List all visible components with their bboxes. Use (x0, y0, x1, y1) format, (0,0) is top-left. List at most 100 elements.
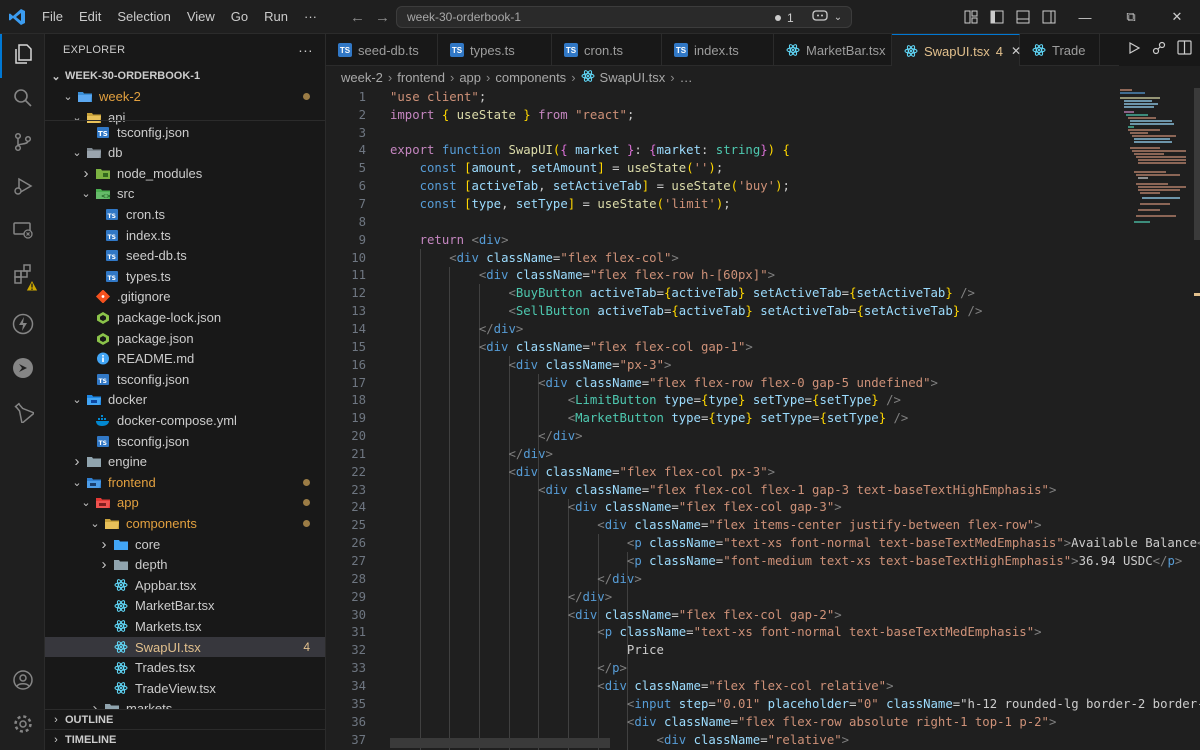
code-line[interactable]: 17 <div className="flex flex-row flex-0 … (326, 374, 1200, 392)
tree-file[interactable]: docker-compose.yml (45, 410, 325, 431)
forward-arrow-icon[interactable]: → (375, 9, 390, 26)
tree-folder[interactable]: ⌄ <> src (45, 184, 325, 205)
code-line[interactable]: 16 <div className="px-3"> (326, 356, 1200, 374)
minimap[interactable] (1120, 88, 1190, 750)
horizontal-scrollbar[interactable] (390, 738, 610, 748)
copilot-icon[interactable] (812, 9, 828, 26)
code-line[interactable]: 29 </div> (326, 588, 1200, 606)
tree-folder[interactable]: ⌄ week-2 (45, 87, 325, 108)
menu-more[interactable]: ··· (296, 0, 325, 34)
code-line[interactable]: 33 </p> (326, 659, 1200, 677)
code-line[interactable]: 22 <div className="flex flex-col px-3"> (326, 463, 1200, 481)
thunder-client-activity[interactable] (0, 348, 45, 392)
extensions-activity[interactable] (0, 254, 45, 298)
breadcrumb-item[interactable]: app (459, 70, 481, 85)
restore-button[interactable]: ⧉ (1108, 0, 1154, 34)
breadcrumb-item[interactable]: components (495, 70, 566, 85)
tree-file[interactable]: Markets.tsx (45, 616, 325, 637)
code-line[interactable]: 34 <div className="flex flex-col relativ… (326, 677, 1200, 695)
menu-run[interactable]: Run (256, 0, 296, 34)
tab-marketbar-tsx[interactable]: MarketBar.tsx (774, 34, 892, 66)
customize-layout-icon[interactable] (958, 0, 984, 34)
accounts-activity[interactable] (0, 660, 45, 704)
minimize-button[interactable]: — (1062, 0, 1108, 34)
tree-folder[interactable]: › depth (45, 554, 325, 575)
breadcrumb-item[interactable]: frontend (397, 70, 445, 85)
menu-selection[interactable]: Selection (109, 0, 178, 34)
tree-folder[interactable]: ⌄ db (45, 142, 325, 163)
run-file-icon[interactable] (1127, 41, 1141, 60)
code-line[interactable]: 2 import { useState } from "react"; (326, 106, 1200, 124)
tree-file[interactable]: README.md (45, 348, 325, 369)
code-line[interactable]: 11 <div className="flex flex-row h-[60px… (326, 267, 1200, 285)
tree-file[interactable]: TS cron.ts (45, 204, 325, 225)
tree-folder[interactable]: ⌄ docker (45, 390, 325, 411)
breadcrumb-item[interactable]: week-2 (341, 70, 383, 85)
tab-seed-db-ts[interactable]: TS seed-db.ts (326, 34, 438, 66)
breadcrumb-item[interactable]: SwapUI.tsx (600, 70, 666, 85)
search-activity[interactable] (0, 78, 45, 122)
toggle-sidebar-icon[interactable] (984, 0, 1010, 34)
code-line[interactable]: 28 </div> (326, 570, 1200, 588)
settings-sync-icon[interactable] (1151, 40, 1167, 61)
code-line[interactable]: 20 </div> (326, 427, 1200, 445)
tree-folder[interactable]: › core (45, 534, 325, 555)
tree-file[interactable]: Appbar.tsx (45, 575, 325, 596)
breadcrumb-item[interactable]: … (680, 70, 693, 85)
code-line[interactable]: 9 return <div> (326, 231, 1200, 249)
tree-file[interactable]: TS tsconfig.json (45, 431, 325, 452)
code-line[interactable]: 30 <div className="flex flex-col gap-2"> (326, 606, 1200, 624)
code-line[interactable]: 7 const [type, setType] = useState('limi… (326, 195, 1200, 213)
timeline-section[interactable]: › TIMELINE (45, 729, 325, 749)
tree-file[interactable]: Trades.tsx (45, 657, 325, 678)
split-editor-icon[interactable] (1177, 40, 1192, 60)
code-line[interactable]: 36 <div className="flex flex-row absolut… (326, 713, 1200, 731)
vertical-scrollbar[interactable] (1194, 88, 1200, 750)
tree-file[interactable]: TS seed-db.ts (45, 245, 325, 266)
code-line[interactable]: 24 <div className="flex flex-col gap-3"> (326, 499, 1200, 517)
code-line[interactable]: 15 <div className="flex flex-col gap-1"> (326, 338, 1200, 356)
tree-folder[interactable]: › engine (45, 451, 325, 472)
code-line[interactable]: 14 </div> (326, 320, 1200, 338)
tree-file[interactable]: package.json (45, 328, 325, 349)
tab-index-ts[interactable]: TS index.ts (662, 34, 774, 66)
code-line[interactable]: 35 <input step="0.01" placeholder="0" cl… (326, 695, 1200, 713)
tree-file[interactable]: TradeView.tsx (45, 678, 325, 699)
code-line[interactable]: 1 "use client"; (326, 88, 1200, 106)
tree-file[interactable]: TS types.ts (45, 266, 325, 287)
menu-view[interactable]: View (179, 0, 223, 34)
tab-types-ts[interactable]: TS types.ts (438, 34, 552, 66)
tree-file[interactable]: TS tsconfig.json (45, 369, 325, 390)
code-line[interactable]: 19 <MarketButton type={type} setType={se… (326, 409, 1200, 427)
code-line[interactable]: 13 <SellButton activeTab={activeTab} set… (326, 302, 1200, 320)
code-line[interactable]: 12 <BuyButton activeTab={activeTab} setA… (326, 284, 1200, 302)
tree-file[interactable]: TS index.ts (45, 225, 325, 246)
explorer-activity[interactable] (0, 34, 45, 78)
code-line[interactable]: 21 </div> (326, 445, 1200, 463)
code-line[interactable]: 26 <p className="text-xs font-normal tex… (326, 534, 1200, 552)
tab-cron-ts[interactable]: TS cron.ts (552, 34, 662, 66)
manage-activity[interactable] (0, 704, 45, 748)
tree-folder[interactable]: › node_modules (45, 163, 325, 184)
workspace-root[interactable]: ⌄ WEEK-30-ORDERBOOK-1 (45, 66, 325, 87)
code-line[interactable]: 8 (326, 213, 1200, 231)
menu-file[interactable]: File (34, 0, 71, 34)
tree-file[interactable]: MarketBar.tsx (45, 596, 325, 617)
explorer-more-button[interactable]: ··· (298, 42, 313, 58)
tree-folder[interactable]: ⌄ frontend (45, 472, 325, 493)
tab-trade[interactable]: Trade (1020, 34, 1100, 66)
menu-go[interactable]: Go (223, 0, 256, 34)
menu-edit[interactable]: Edit (71, 0, 109, 34)
code-line[interactable]: 27 <p className="font-medium text-xs tex… (326, 552, 1200, 570)
code-line[interactable]: 31 <p className="text-xs font-normal tex… (326, 624, 1200, 642)
tree-file[interactable]: TS tsconfig.json (45, 122, 325, 143)
code-line[interactable]: 25 <div className="flex items-center jus… (326, 516, 1200, 534)
code-line[interactable]: 32 Price (326, 641, 1200, 659)
code-line[interactable]: 18 <LimitButton type={type} setType={set… (326, 391, 1200, 409)
back-arrow-icon[interactable]: ← (350, 9, 365, 26)
code-line[interactable]: 3 (326, 124, 1200, 142)
tree-folder[interactable]: ⌄ components (45, 513, 325, 534)
testing-activity[interactable] (0, 392, 45, 436)
outline-section[interactable]: › OUTLINE (45, 709, 325, 729)
tree-file[interactable]: package-lock.json (45, 307, 325, 328)
